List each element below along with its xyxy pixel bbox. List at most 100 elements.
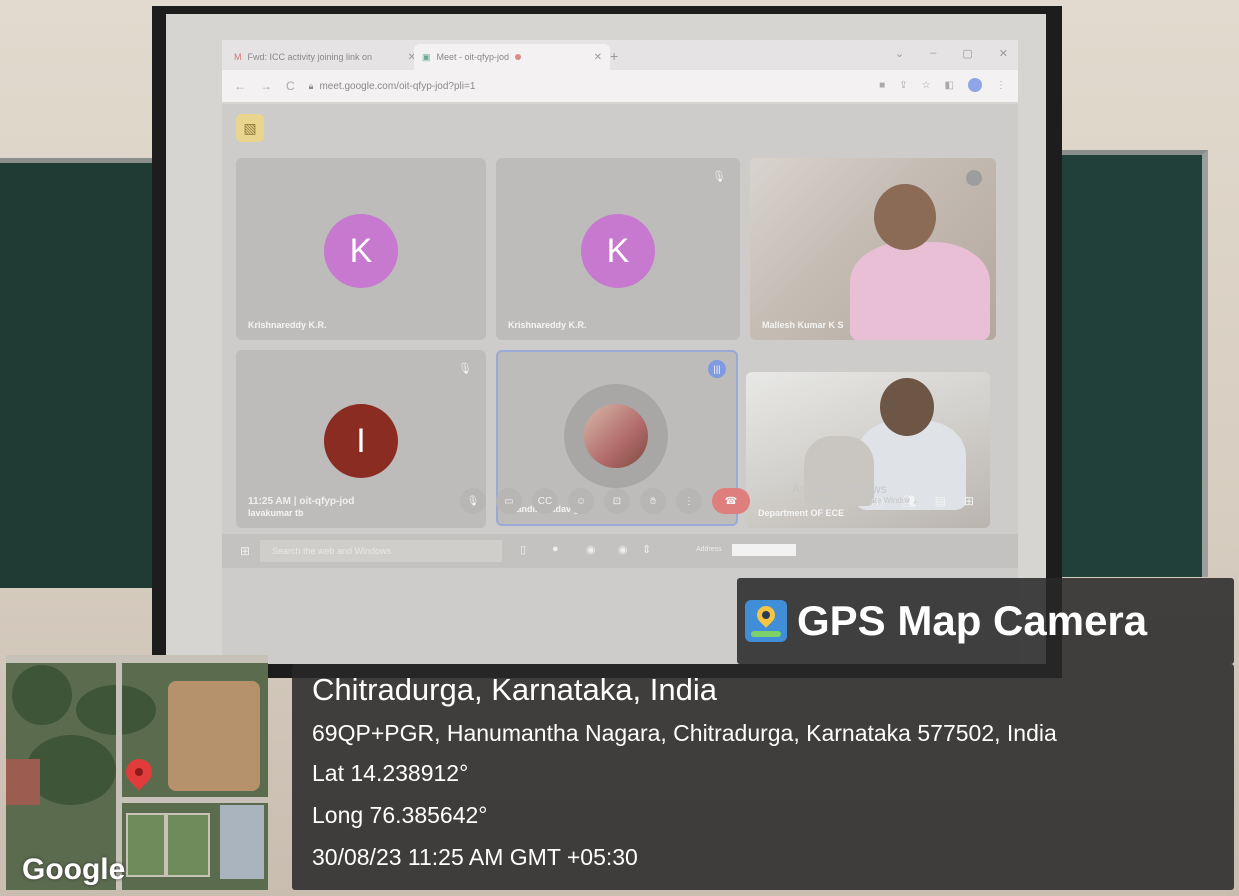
gps-info-panel: Chitradurga, Karnataka, India 69QP+PGR, … [292, 664, 1234, 890]
gmail-icon: M [234, 52, 242, 62]
gps-title: GPS Map Camera [797, 597, 1148, 644]
back-icon[interactable]: ← [234, 79, 246, 93]
participant-name: Mallesh Kumar K S [762, 320, 844, 330]
forward-icon[interactable]: → [260, 79, 272, 93]
map-trees [12, 665, 72, 725]
map-building [6, 759, 40, 805]
longitude: Long 76.385642° [312, 802, 488, 828]
mic-off-icon: 🎙︎ [712, 171, 726, 183]
participant-name: Krishnareddy K.R. [248, 320, 327, 330]
participant-name: Krishnareddy K.R. [508, 320, 587, 330]
map-field [166, 813, 210, 877]
projector-screen: M Fwd: ICC activity joining link on ✕ ▣ … [166, 14, 1046, 664]
chrome-icon[interactable]: ◉ [618, 543, 628, 556]
address-label: Address [696, 546, 722, 553]
omnibox[interactable]: 🔒︎ meet.google.com/oit-qfyp-jod?pli=1 [309, 81, 476, 92]
new-tab-button[interactable]: + [610, 48, 618, 64]
mic-off-icon: 🎙︎ [458, 363, 472, 375]
emoji-button[interactable]: ☺ [568, 488, 594, 514]
latitude: Lat 14.238912° [312, 760, 469, 786]
toolbar-icons: ■ ⇪ ☆ ◧ ⋮ [879, 78, 1006, 92]
close-icon[interactable]: ✕ [594, 52, 602, 63]
participant-tile[interactable]: K Krishnareddy K.R. [236, 158, 486, 340]
time-and-meeting-code: 11:25 AM | oit-qfyp-jod [248, 496, 355, 507]
people-icon[interactable]: 👥︎ [901, 494, 916, 511]
avatar: K [324, 214, 398, 288]
more-options-button[interactable]: ⋮ [676, 488, 702, 514]
google-logo: Google [22, 853, 126, 886]
maximize-icon[interactable]: ▢ [962, 47, 972, 60]
map-road [6, 655, 268, 663]
location-address: 69QP+PGR, Hanumantha Nagara, Chitradurga… [312, 720, 1057, 746]
tab-gmail[interactable]: M Fwd: ICC activity joining link on ✕ [226, 44, 424, 70]
tab-meet[interactable]: ▣ Meet - oit-qfyp-jod ✕ [414, 44, 610, 70]
meet-control-bar: 11:25 AM | oit-qfyp-jod 🎙︎ ▭ CC ☺ ⊡ ✋︎ ⋮… [222, 482, 1018, 522]
share-icon[interactable]: ⇪ [899, 80, 907, 91]
tab-strip: M Fwd: ICC activity joining link on ✕ ▣ … [222, 40, 1018, 70]
chevron-down-icon[interactable]: ⌄ [895, 47, 904, 60]
gps-camera-badge: GPS Map Camera [737, 578, 1234, 664]
raise-hand-button[interactable]: ✋︎ [640, 488, 666, 514]
present-button[interactable]: ⊡ [604, 488, 630, 514]
lock-icon: 🔒︎ [308, 80, 314, 91]
avatar: K [581, 214, 655, 288]
presentation-icon[interactable]: ▧ [236, 114, 264, 142]
map-solar-panels [220, 805, 264, 879]
minimize-icon[interactable]: – [930, 47, 936, 60]
avatar: I [324, 404, 398, 478]
map-bare-land [168, 681, 260, 791]
window-controls: ⌄ – ▢ ✕ [895, 47, 1008, 60]
windows-taskbar: ⊞ Search the web and Windows ▯ ● ◉ ◉ ⇕ A… [222, 534, 1018, 568]
map-road [122, 797, 268, 803]
meet-icon: ▣ [422, 51, 431, 62]
nav-buttons: ← → C [234, 79, 295, 93]
speaking-indicator-icon: ||| [708, 360, 726, 378]
chrome-icon[interactable]: ◉ [586, 543, 596, 556]
captions-button[interactable]: CC [532, 488, 558, 514]
info-icon[interactable]: ⓘ [871, 494, 883, 511]
map-base-icon [751, 631, 781, 637]
activities-icon[interactable]: ⊞ [964, 494, 974, 511]
participant-tile[interactable]: 🎙︎ K Krishnareddy K.R. [496, 158, 740, 340]
chalkboard-left [0, 158, 158, 588]
map-field [126, 813, 166, 877]
taskbar-search[interactable]: Search the web and Windows [260, 540, 502, 562]
camera-icon[interactable]: ■ [879, 80, 885, 91]
gps-camera-app-icon [745, 600, 787, 642]
camera-button[interactable]: ▭ [496, 488, 522, 514]
video-person [850, 242, 990, 340]
task-view-icon[interactable]: ▯ [520, 543, 526, 556]
url-text: meet.google.com/oit-qfyp-jod?pli=1 [319, 80, 476, 92]
video-person-head [880, 378, 934, 436]
star-icon[interactable]: ☆ [922, 80, 931, 91]
chat-icon[interactable]: ▤ [935, 494, 946, 511]
avatar-photo [584, 404, 648, 468]
scroll-icon[interactable]: ⇕ [642, 543, 651, 556]
reload-icon[interactable]: C [286, 79, 295, 93]
meet-side-controls: ⓘ 👥︎ ▤ ⊞ [871, 494, 974, 511]
location-pin-dot [135, 768, 143, 776]
satellite-map-thumbnail: Google [6, 655, 268, 890]
tab-label: Fwd: ICC activity joining link on [247, 52, 373, 62]
sidepanel-icon[interactable]: ◧ [945, 80, 954, 91]
mic-button[interactable]: 🎙︎ [460, 488, 486, 514]
recording-icon [515, 54, 522, 60]
end-call-button[interactable]: ☎︎ [712, 488, 750, 514]
address-bar: ← → C 🔒︎ meet.google.com/oit-qfyp-jod?pl… [222, 70, 1018, 102]
camera-lens-icon [762, 611, 770, 619]
participant-tile-video[interactable]: Mallesh Kumar K S [750, 158, 996, 340]
location-place: Chitradurga, Karnataka, India [312, 672, 717, 707]
windows-logo-icon[interactable]: ⊞ [240, 544, 250, 558]
browser-window: M Fwd: ICC activity joining link on ✕ ▣ … [222, 40, 1018, 104]
tab-label: Meet - oit-qfyp-jod [436, 52, 510, 62]
datetime: 30/08/23 11:25 AM GMT +05:30 [312, 844, 638, 870]
firefox-icon[interactable]: ● [552, 543, 559, 555]
profile-avatar[interactable] [968, 78, 982, 92]
call-controls: 🎙︎ ▭ CC ☺ ⊡ ✋︎ ⋮ ☎︎ [460, 488, 750, 514]
more-options-icon[interactable] [966, 170, 982, 186]
menu-icon[interactable]: ⋮ [996, 80, 1006, 91]
address-input[interactable] [732, 544, 796, 556]
close-window-icon[interactable]: ✕ [999, 47, 1008, 60]
video-person-head [874, 184, 936, 250]
chalkboard-right [1052, 150, 1208, 577]
